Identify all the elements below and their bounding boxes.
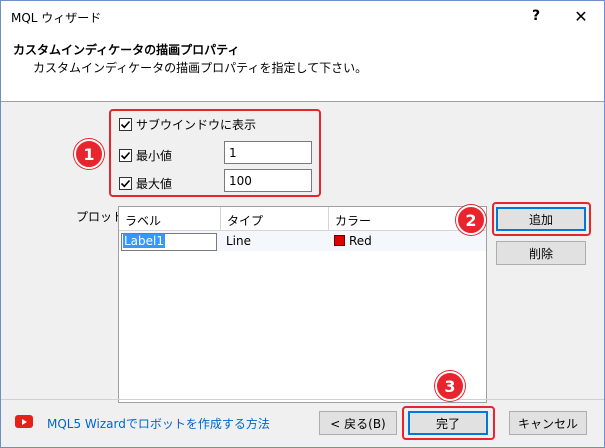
callout-box-3 [402, 406, 495, 440]
cancel-button[interactable]: キャンセル [509, 411, 587, 435]
callout-badge-2: 2 [456, 205, 486, 235]
delete-button[interactable]: 削除 [496, 241, 586, 265]
close-button[interactable]: ✕ [558, 1, 604, 31]
footer-divider [1, 399, 604, 400]
plot-table[interactable]: ラベル タイプ カラー Label1 Line Red [118, 206, 487, 403]
color-swatch-icon [334, 235, 345, 246]
header-subtitle: カスタムインディケータの描画プロパティを指定して下さい。 [33, 61, 368, 75]
callout-badge-1: 1 [74, 139, 104, 169]
window-title: MQL ウィザード [11, 11, 102, 25]
help-button[interactable]: ? [513, 1, 559, 31]
label-cell-text[interactable]: Label1 [123, 234, 166, 248]
label-cell-editor[interactable]: Label1 [121, 233, 217, 251]
mql5-wizard-link[interactable]: MQL5 Wizardでロボットを作成する方法 [47, 415, 270, 432]
back-button[interactable]: < 戻る(B) [319, 411, 397, 435]
column-header-label[interactable]: ラベル [119, 207, 221, 231]
color-name: Red [349, 234, 372, 248]
youtube-icon[interactable] [15, 415, 33, 428]
callout-box-1 [109, 109, 321, 197]
title-bar: MQL ウィザード ? ✕ [1, 1, 604, 31]
callout-badge-3: 3 [435, 371, 465, 401]
header-title: カスタムインディケータの描画プロパティ [13, 43, 240, 57]
callout-box-2 [492, 202, 591, 236]
column-header-type[interactable]: タイプ [221, 207, 329, 231]
table-row-cell-color[interactable]: Red [329, 231, 486, 251]
wizard-header: カスタムインディケータの描画プロパティ カスタムインディケータの描画プロパティを… [1, 31, 604, 102]
mql-wizard-window: MQL ウィザード ? ✕ カスタムインディケータの描画プロパティ カスタムイン… [0, 0, 605, 448]
table-row-cell-type[interactable]: Line [221, 231, 329, 251]
